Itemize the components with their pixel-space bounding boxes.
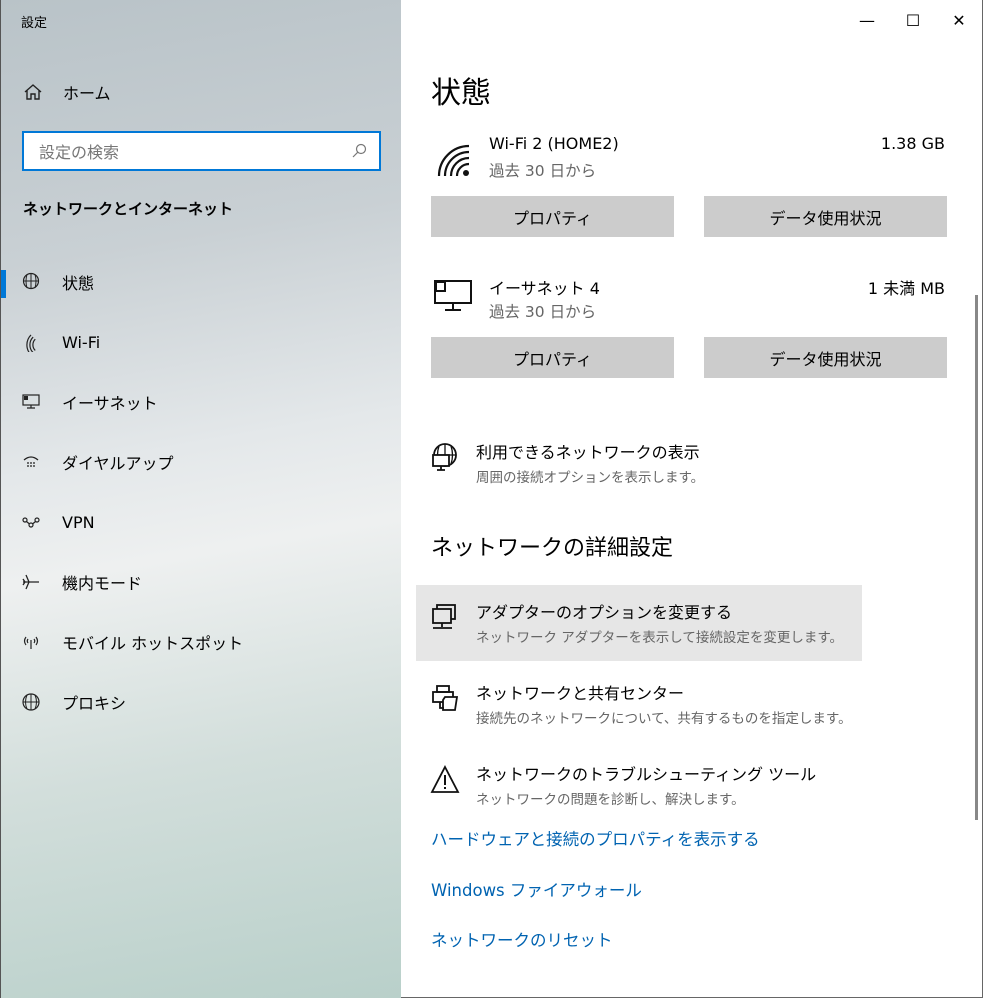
sidebar-item-label: プロキシ [62, 694, 127, 713]
option-title: ネットワークと共有センター [476, 684, 685, 703]
hotspot-icon [21, 632, 51, 652]
vpn-icon [21, 512, 51, 532]
search-placeholder: 設定の検索 [39, 143, 120, 162]
troubleshoot-option[interactable]: ネットワークのトラブルシューティング ツール ネットワークの問題を診断し、解決しま… [416, 749, 862, 820]
connection-period: 過去 30 日から [489, 303, 597, 321]
sidebar-item-hotspot[interactable]: モバイル ホットスポット [1, 622, 401, 662]
sharing-center-icon [430, 684, 462, 718]
connection-name: Wi-Fi 2 (HOME2) [489, 134, 619, 153]
ethernet-properties-button[interactable]: プロパティ [431, 337, 674, 378]
home-icon [24, 84, 42, 100]
window-title: 設定 [21, 16, 48, 31]
page-title: 状態 [431, 76, 491, 111]
sidebar-item-label: モバイル ホットスポット [62, 634, 244, 653]
section-heading: ネットワークとインターネット [23, 200, 234, 218]
sidebar-item-label: Wi-Fi [62, 332, 101, 352]
advanced-heading: ネットワークの詳細設定 [431, 536, 674, 561]
sidebar-item-ethernet[interactable]: イーサネット [1, 382, 401, 422]
network-reset-link[interactable]: ネットワークのリセット [431, 927, 613, 951]
connection-usage: 1.38 GB [880, 134, 945, 153]
connection-name: イーサネット 4 [489, 279, 600, 298]
wifi-icon [21, 332, 51, 352]
wifi-signal-icon [437, 144, 470, 177]
sidebar-item-label: イーサネット [62, 394, 158, 413]
close-button[interactable]: ✕ [936, 0, 982, 40]
connection-period: 過去 30 日から [489, 162, 597, 180]
maximize-button[interactable]: ☐ [890, 0, 936, 40]
sidebar-item-label: VPN [62, 512, 95, 532]
minimize-button[interactable]: — [844, 0, 890, 40]
globe-monitor-icon [430, 443, 462, 477]
option-title: アダプターのオプションを変更する [476, 603, 733, 622]
option-desc: ネットワーク アダプターを表示して接続設定を変更します。 [476, 630, 844, 646]
search-icon [352, 143, 367, 158]
firewall-link[interactable]: Windows ファイアウォール [431, 877, 642, 901]
option-title: 利用できるネットワークの表示 [476, 443, 700, 462]
option-desc: 周囲の接続オプションを表示します。 [476, 470, 705, 486]
sidebar-item-vpn[interactable]: VPN [1, 502, 401, 542]
warning-icon [430, 765, 462, 799]
sidebar-item-label: 機内モード [62, 574, 143, 593]
adapter-icon [430, 603, 462, 637]
globe-icon [21, 692, 51, 712]
sidebar-item-status[interactable]: 状態 [1, 262, 401, 302]
sidebar-item-proxy[interactable]: プロキシ [1, 682, 401, 722]
sidebar-item-airplane[interactable]: 機内モード [1, 562, 401, 602]
search-input[interactable]: 設定の検索 [22, 131, 381, 171]
airplane-icon [21, 572, 51, 592]
option-desc: 接続先のネットワークについて、共有するものを指定します。 [476, 711, 852, 727]
sidebar: 設定 ホーム 設定の検索 ネットワークとインターネット 状態 Wi-Fi イーサ… [0, 0, 401, 998]
content-pane: — ☐ ✕ 状態 Wi-Fi 2 (HOME2) 過去 30 日から 1.38 … [401, 0, 983, 998]
option-title: ネットワークのトラブルシューティング ツール [476, 765, 817, 784]
ethernet-monitor-icon [434, 280, 472, 311]
dialup-icon [21, 452, 51, 472]
status-globe-icon [21, 272, 51, 292]
connection-usage: 1 未満 MB [867, 279, 945, 298]
sidebar-item-label: ダイヤルアップ [62, 454, 174, 473]
wifi-data-usage-button[interactable]: データ使用状況 [704, 196, 947, 237]
show-networks-option[interactable]: 利用できるネットワークの表示 周囲の接続オプションを表示します。 [416, 427, 862, 498]
home-nav[interactable]: ホーム [23, 80, 111, 104]
sidebar-item-dialup[interactable]: ダイヤルアップ [1, 442, 401, 482]
adapter-options[interactable]: アダプターのオプションを変更するネットワーク アダプターを表示して接続設定を変更… [416, 585, 862, 661]
home-label: ホーム [63, 84, 111, 103]
sidebar-item-label: 状態 [62, 274, 95, 293]
ethernet-icon [21, 392, 51, 412]
hardware-properties-link[interactable]: ハードウェアと接続のプロパティを表示する [431, 826, 760, 850]
scrollbar[interactable] [975, 295, 978, 820]
option-desc: ネットワークの問題を診断し、解決します。 [476, 792, 745, 808]
wifi-properties-button[interactable]: プロパティ [431, 196, 674, 237]
ethernet-data-usage-button[interactable]: データ使用状況 [704, 337, 947, 378]
sharing-center-option[interactable]: ネットワークと共有センター接続先のネットワークについて、共有するものを指定します… [416, 668, 862, 739]
sidebar-item-wifi[interactable]: Wi-Fi [1, 322, 401, 362]
